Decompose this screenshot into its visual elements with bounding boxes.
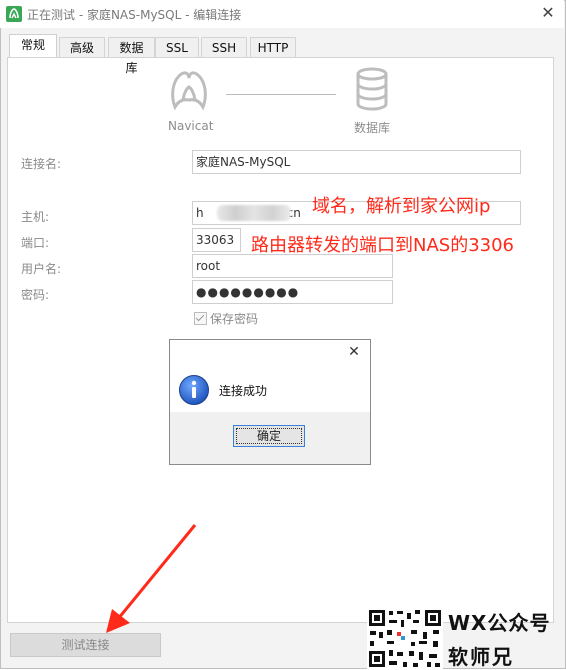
navicat-label: Navicat [168, 119, 214, 133]
remember-password-checkbox[interactable] [194, 312, 207, 325]
host-label: 主机: [21, 210, 50, 224]
annotation-domain-note: 域名，解析到家公网ip [312, 196, 491, 217]
window-title: 正在测试 - 家庭NAS-MySQL - 编辑连接 [27, 8, 242, 22]
tab-general[interactable]: 常规 [9, 34, 57, 57]
tab-ssl[interactable]: SSL [155, 37, 199, 57]
password-input[interactable]: ●●●●●●●●● [192, 280, 393, 304]
dialog-close-button[interactable]: ✕ [344, 342, 364, 362]
window-close-button[interactable]: ✕ [536, 2, 560, 24]
watermark-line1: WX公众号 [448, 611, 551, 635]
port-label: 端口: [21, 236, 50, 250]
connection-line [226, 94, 336, 95]
port-input[interactable]: 33063 [192, 228, 241, 252]
database-icon [356, 67, 388, 111]
tab-advanced[interactable]: 高级 [59, 37, 105, 57]
host-redaction-blur [217, 205, 291, 221]
dialog-title-bar [170, 340, 370, 364]
red-arrow-annotation [106, 524, 197, 633]
navicat-logo-icon [171, 71, 207, 111]
qr-code-watermark [367, 608, 443, 669]
database-label: 数据库 [354, 121, 391, 135]
annotation-port-note: 路由器转发的端口到NAS的3306 [251, 235, 515, 256]
tab-databases[interactable]: 数据库 [108, 37, 155, 75]
username-input[interactable]: root [192, 254, 393, 278]
tab-http[interactable]: HTTP [250, 37, 296, 57]
username-label: 用户名: [21, 262, 62, 276]
watermark-line2: 软师兄 [448, 645, 514, 669]
tab-ssh[interactable]: SSH [201, 37, 247, 57]
remember-password-label: 保存密码 [210, 312, 259, 326]
connection-name-input[interactable]: 家庭NAS-MySQL [192, 150, 521, 174]
test-connection-button[interactable]: 测试连接 [10, 633, 161, 657]
password-label: 密码: [21, 288, 50, 302]
navicat-app-icon [6, 6, 22, 22]
remember-password-row[interactable]: 保存密码 [194, 310, 258, 327]
ok-button[interactable]: 确定 [233, 425, 305, 447]
host-value-prefix: h [196, 206, 204, 220]
dialog-message: 连接成功 [219, 384, 268, 398]
connection-name-label: 连接名: [21, 157, 62, 171]
info-icon [179, 375, 209, 405]
